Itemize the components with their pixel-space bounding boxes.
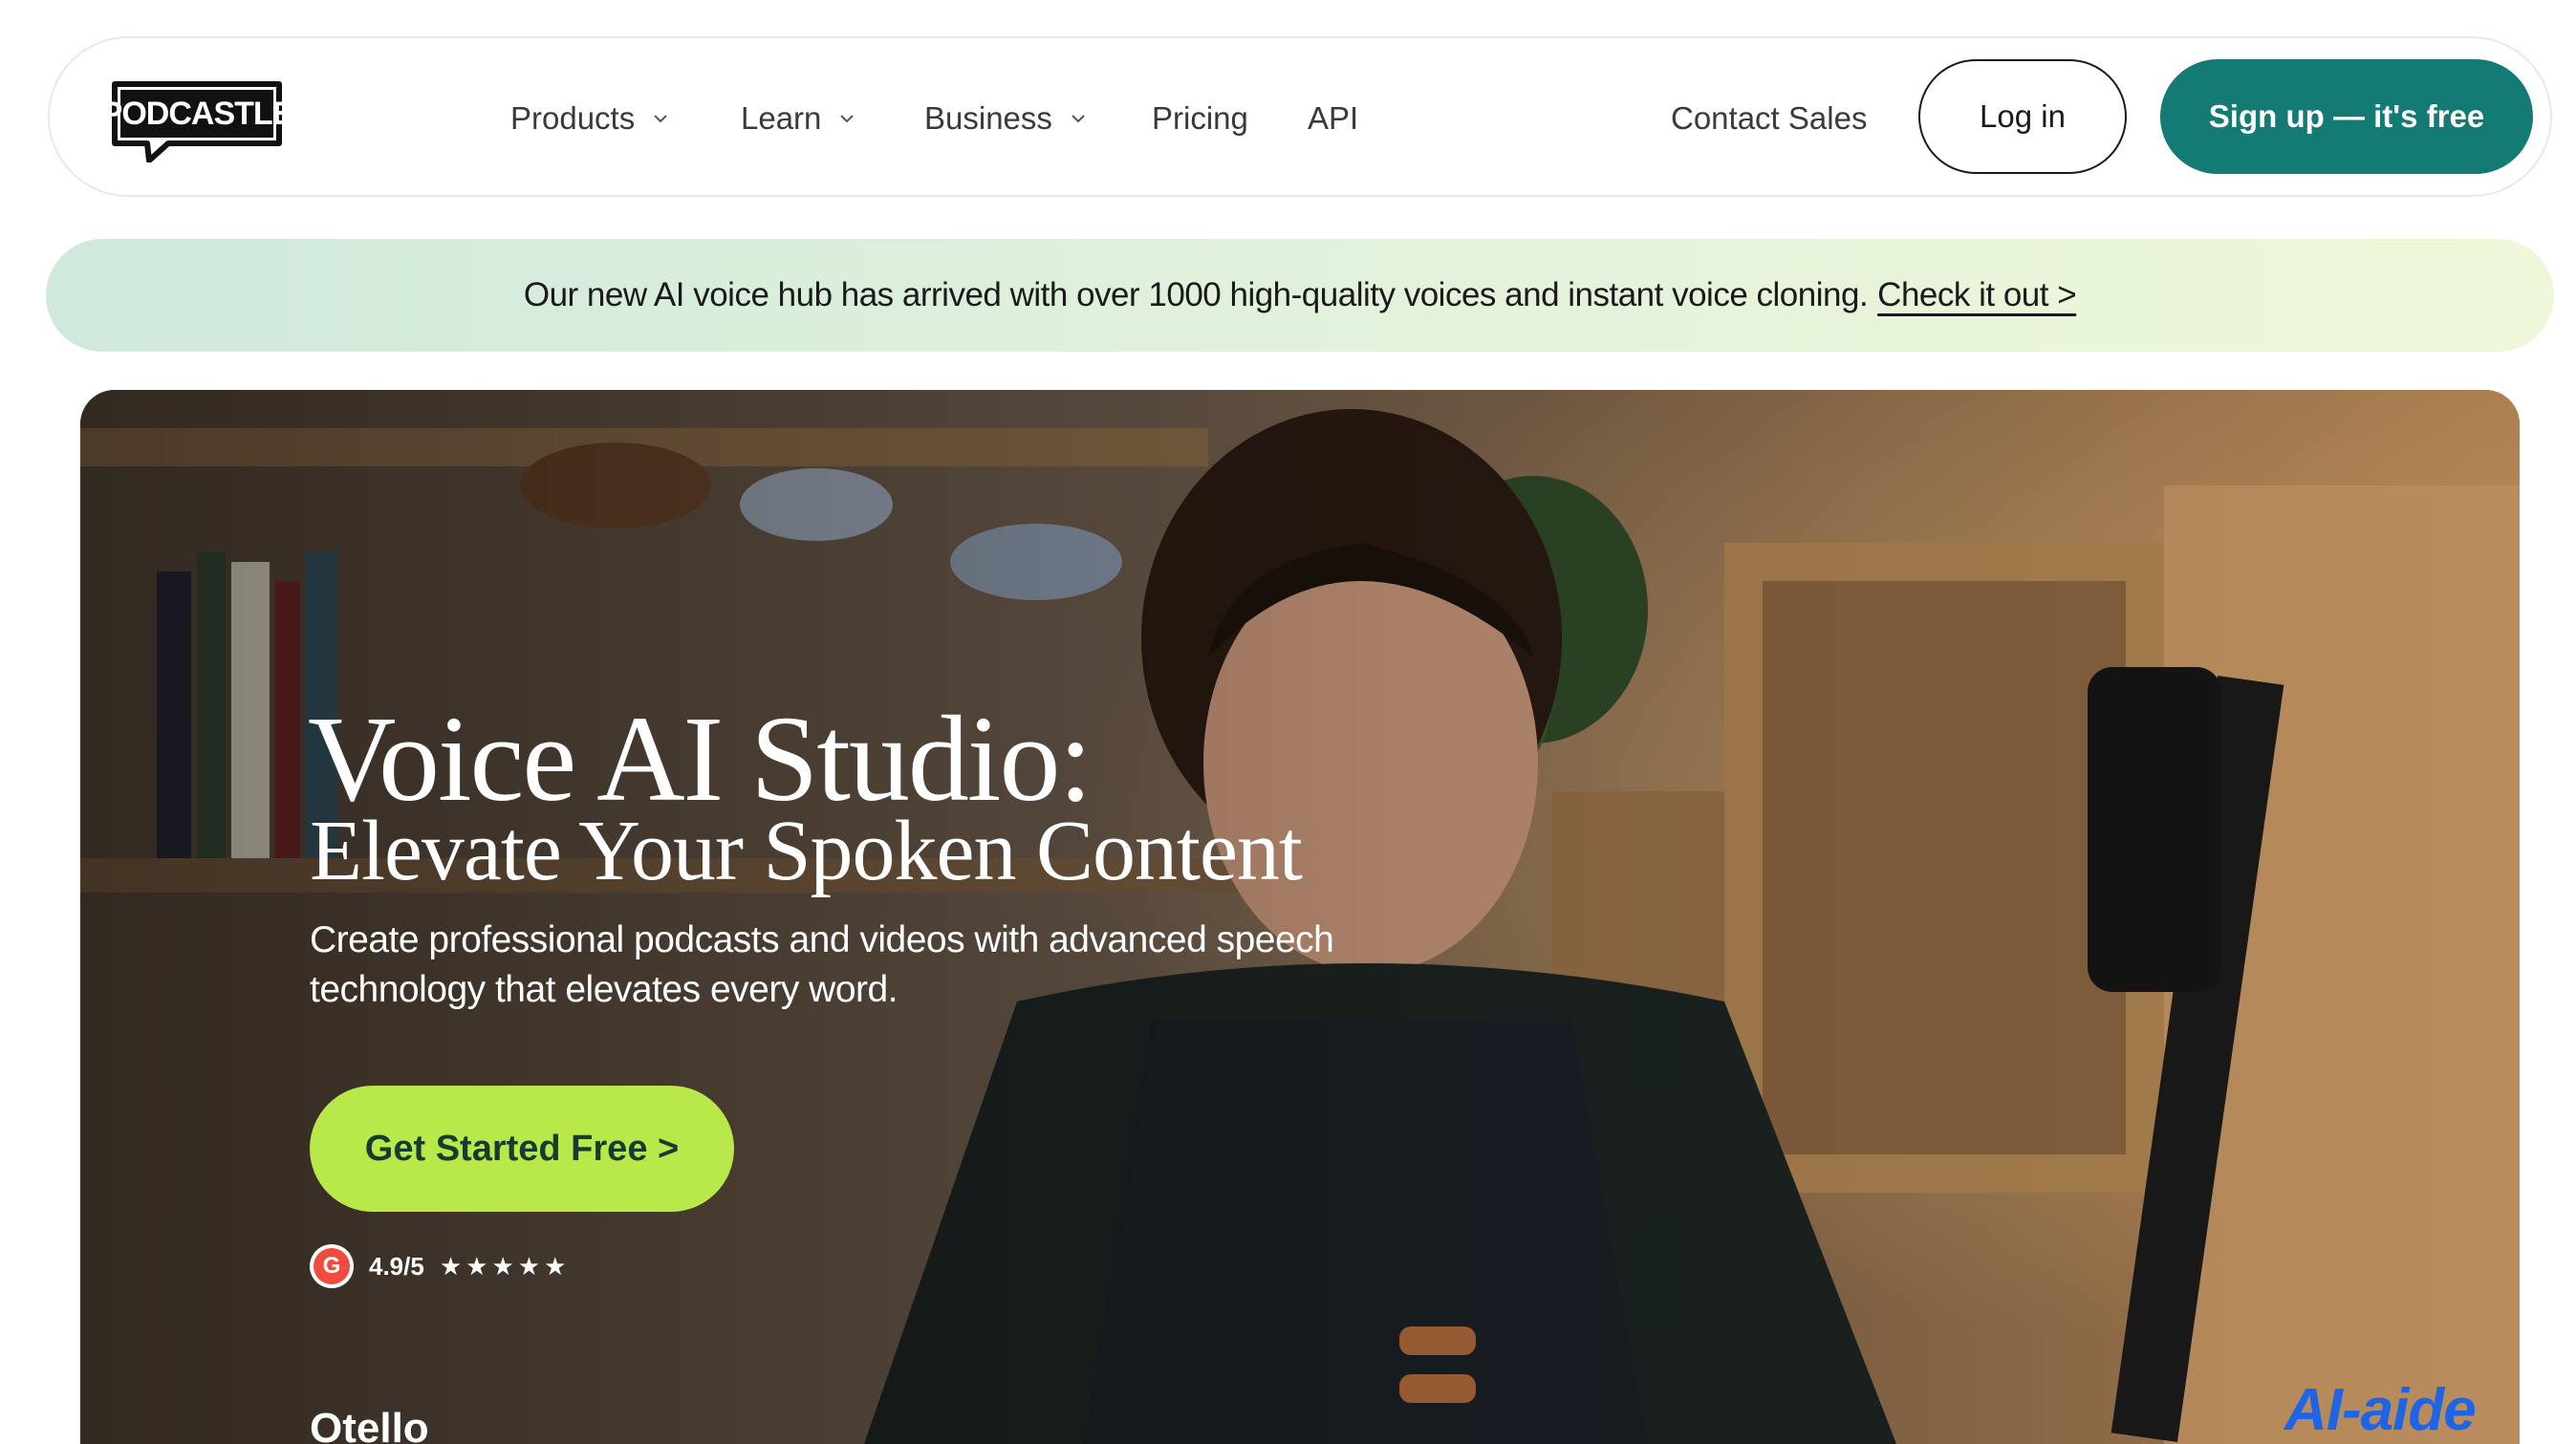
contact-sales-label: Contact Sales bbox=[1671, 100, 1868, 136]
top-navbar: PODCASTLE Products Learn Business Pricin… bbox=[48, 36, 2552, 197]
announcement-banner: Our new AI voice hub has arrived with ov… bbox=[46, 239, 2554, 352]
announcement-link[interactable]: Check it out > bbox=[1877, 276, 2076, 314]
get-started-label: Get Started Free > bbox=[364, 1128, 680, 1169]
next-section-peek: Otello bbox=[310, 1405, 429, 1444]
nav-business-label: Business bbox=[924, 100, 1052, 136]
nav-business[interactable]: Business bbox=[924, 38, 1087, 199]
star-icon: ★★★★★ bbox=[439, 1251, 571, 1281]
nav-products[interactable]: Products bbox=[510, 38, 669, 199]
hero-title: Voice AI Studio: bbox=[308, 691, 1093, 827]
chevron-down-icon bbox=[840, 115, 855, 123]
nav-pricing[interactable]: Pricing bbox=[1152, 38, 1248, 199]
nav-api-label: API bbox=[1308, 100, 1359, 136]
hero-subtitle: Elevate Your Spoken Content bbox=[310, 804, 1303, 898]
login-button[interactable]: Log in bbox=[1918, 59, 2127, 174]
g2-logo-icon: G bbox=[310, 1244, 354, 1288]
hero-description: Create professional podcasts and videos … bbox=[310, 919, 1334, 1010]
rating-row: G 4.9/5 ★★★★★ bbox=[310, 1244, 570, 1288]
rating-value: 4.9/5 bbox=[369, 1251, 424, 1281]
login-label: Log in bbox=[1980, 98, 2066, 134]
g2-logo-letter: G bbox=[314, 1248, 350, 1284]
get-started-button[interactable]: Get Started Free > bbox=[310, 1086, 734, 1212]
signup-button[interactable]: Sign up — it's free bbox=[2160, 59, 2533, 174]
watermark-logo: AI-aide bbox=[2284, 1377, 2477, 1443]
podcastle-logo[interactable]: PODCASTLE bbox=[111, 80, 283, 162]
chevron-down-icon bbox=[654, 115, 667, 123]
signup-label: Sign up — it's free bbox=[2208, 98, 2485, 134]
announcement-text: Our new AI voice hub has arrived with ov… bbox=[523, 276, 1869, 313]
contact-sales-link[interactable]: Contact Sales bbox=[1671, 38, 1867, 199]
chevron-down-icon bbox=[1072, 115, 1085, 123]
nav-learn[interactable]: Learn bbox=[741, 38, 855, 199]
hero-section: Voice AI Studio: Elevate Your Spoken Con… bbox=[80, 390, 2520, 1444]
nav-products-label: Products bbox=[510, 100, 636, 136]
nav-pricing-label: Pricing bbox=[1152, 100, 1248, 136]
logo-text: PODCASTLE bbox=[111, 96, 283, 132]
nav-api[interactable]: API bbox=[1308, 38, 1358, 199]
nav-learn-label: Learn bbox=[741, 100, 822, 136]
